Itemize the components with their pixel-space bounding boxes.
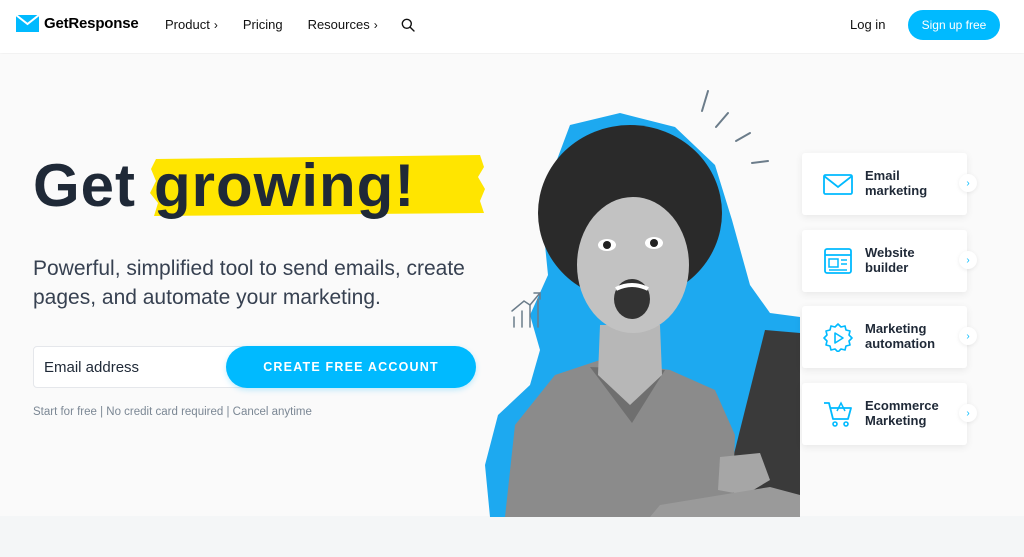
chevron-right-icon: › bbox=[213, 17, 218, 32]
feature-card-ecommerce-marketing[interactable]: Ecommerce Marketing bbox=[802, 383, 967, 445]
shopping-cart-icon bbox=[824, 401, 852, 427]
feature-card-label: Marketing automation bbox=[865, 321, 936, 351]
signup-button[interactable]: Sign up free bbox=[908, 10, 1000, 40]
nav-resources[interactable]: Resources › bbox=[308, 17, 378, 32]
hero-title-highlight: growing! bbox=[154, 151, 416, 219]
website-icon bbox=[824, 248, 852, 274]
hero-title: Get growing! bbox=[33, 150, 485, 220]
section-divider bbox=[0, 516, 1024, 557]
nav-pricing[interactable]: Pricing bbox=[243, 17, 283, 32]
nav-product-label: Product bbox=[165, 17, 210, 32]
nav-resources-label: Resources bbox=[307, 17, 370, 32]
automation-gear-icon bbox=[823, 323, 853, 352]
feature-card-website-builder[interactable]: Website builder bbox=[802, 230, 967, 292]
create-account-button[interactable]: CREATE FREE ACCOUNT bbox=[226, 346, 476, 388]
chevron-right-icon[interactable]: › bbox=[959, 251, 977, 269]
nav-product[interactable]: Product › bbox=[165, 17, 218, 32]
login-link[interactable]: Log in bbox=[850, 17, 885, 32]
search-icon[interactable] bbox=[401, 18, 415, 32]
site-header: GetResponse Product › Pricing Resources … bbox=[0, 0, 1024, 53]
envelope-icon bbox=[823, 174, 853, 195]
feature-card-label: Ecommerce Marketing bbox=[865, 398, 939, 428]
chevron-right-icon[interactable]: › bbox=[959, 404, 977, 422]
chevron-right-icon[interactable]: › bbox=[959, 327, 977, 345]
feature-card-label: Email marketing bbox=[865, 168, 928, 198]
hero-subtitle: Powerful, simplified tool to send emails… bbox=[33, 257, 465, 309]
getresponse-logo[interactable]: GetResponse bbox=[16, 15, 139, 32]
feature-card-email-marketing[interactable]: Email marketing bbox=[802, 153, 967, 215]
chevron-right-icon[interactable]: › bbox=[959, 174, 977, 192]
nav-pricing-label: Pricing bbox=[242, 17, 283, 32]
chevron-right-icon: › bbox=[373, 17, 378, 32]
signup-fine-print: Start for free | No credit card required… bbox=[33, 406, 312, 418]
brand-name: GetResponse bbox=[44, 15, 139, 32]
hero-photo-woman-with-laptop bbox=[485, 90, 800, 517]
hero-title-plain: Get bbox=[33, 151, 137, 219]
main-nav: Product › Pricing Resources › bbox=[165, 17, 415, 32]
feature-card-label: Website builder bbox=[865, 245, 915, 275]
feature-card-marketing-automation[interactable]: Marketing automation bbox=[802, 306, 967, 368]
envelope-logo-icon bbox=[16, 15, 39, 32]
